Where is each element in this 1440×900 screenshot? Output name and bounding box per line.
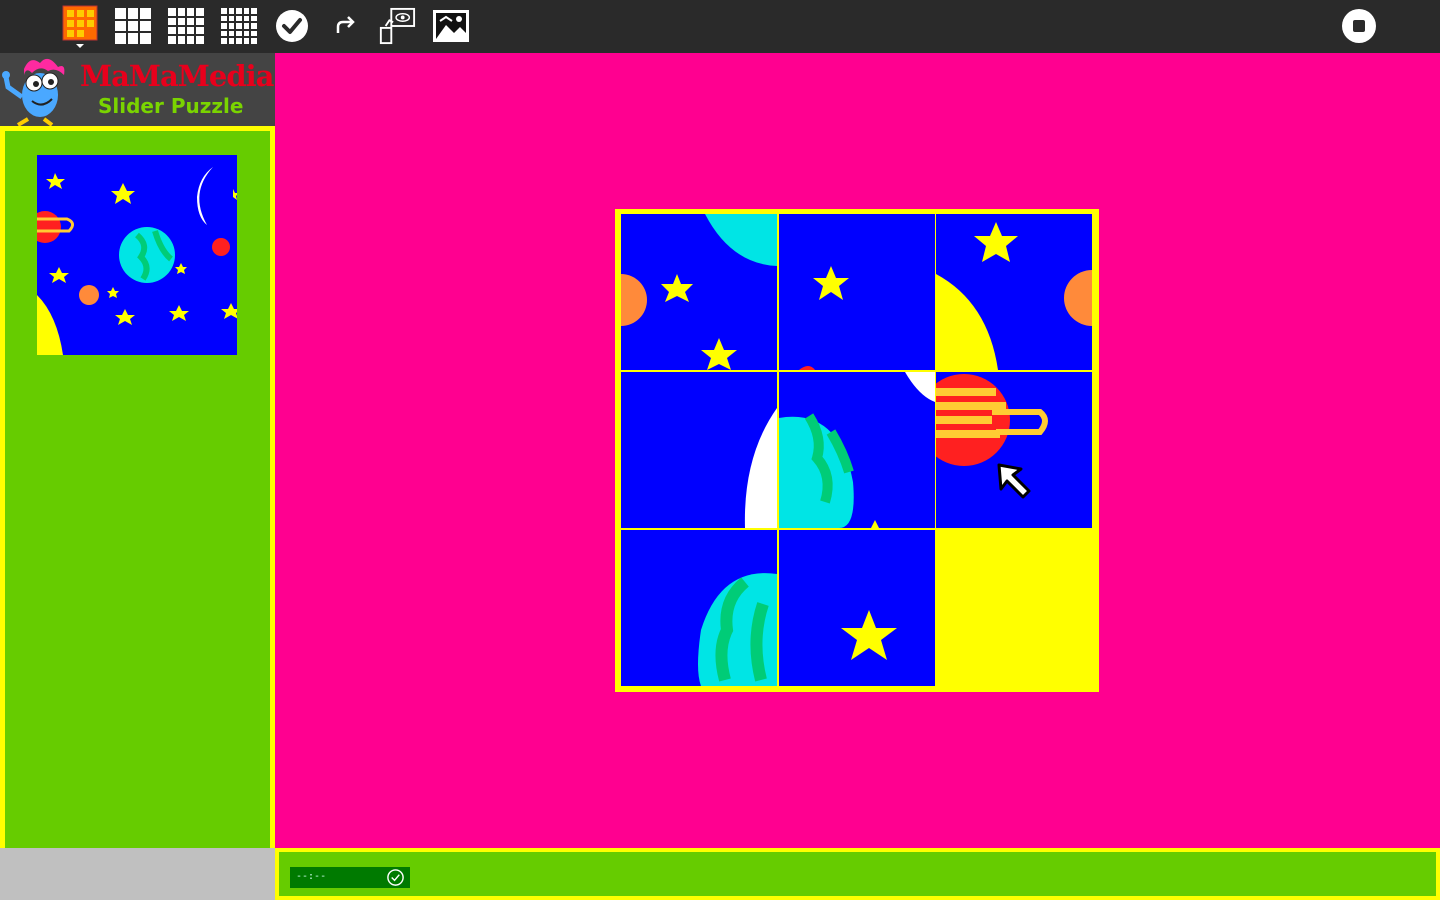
timer-text: --:-- <box>296 871 327 882</box>
puzzle-board <box>615 209 1099 692</box>
cursor-icon <box>997 463 1031 499</box>
timer-display: --:-- <box>290 867 410 888</box>
grid-4x4-icon[interactable] <box>167 7 205 45</box>
puzzle-tile[interactable] <box>779 372 935 528</box>
stop-icon[interactable] <box>1342 9 1376 43</box>
puzzle-tile[interactable] <box>621 214 777 370</box>
status-bar: --:-- <box>275 848 1440 900</box>
grid-3x3-icon[interactable] <box>114 7 152 45</box>
puzzle-tile[interactable] <box>621 372 777 528</box>
top-toolbar <box>0 0 1440 53</box>
check-icon[interactable] <box>273 7 311 45</box>
puzzle-tile[interactable] <box>779 214 935 370</box>
puzzle-tile[interactable] <box>779 530 935 686</box>
puzzle-menu-icon[interactable] <box>61 5 99 48</box>
timer-check-icon <box>387 869 404 886</box>
change-picture-icon[interactable] <box>432 7 470 45</box>
empty-slot <box>935 529 1093 687</box>
peek-icon[interactable] <box>378 7 416 45</box>
mascot-icon <box>2 58 65 126</box>
redo-icon[interactable] <box>326 7 364 45</box>
puzzle-preview-image <box>37 155 237 355</box>
grid-5x5-icon[interactable] <box>220 7 258 45</box>
app-logo: MaMaMedia Slider Puzzle <box>0 53 275 126</box>
puzzle-tile[interactable] <box>936 372 1092 528</box>
app-title: MaMaMedia <box>80 59 274 93</box>
app-subtitle: Slider Puzzle <box>98 94 244 118</box>
status-spacer <box>0 848 275 900</box>
puzzle-tile[interactable] <box>936 214 1092 370</box>
puzzle-tile[interactable] <box>621 530 777 686</box>
